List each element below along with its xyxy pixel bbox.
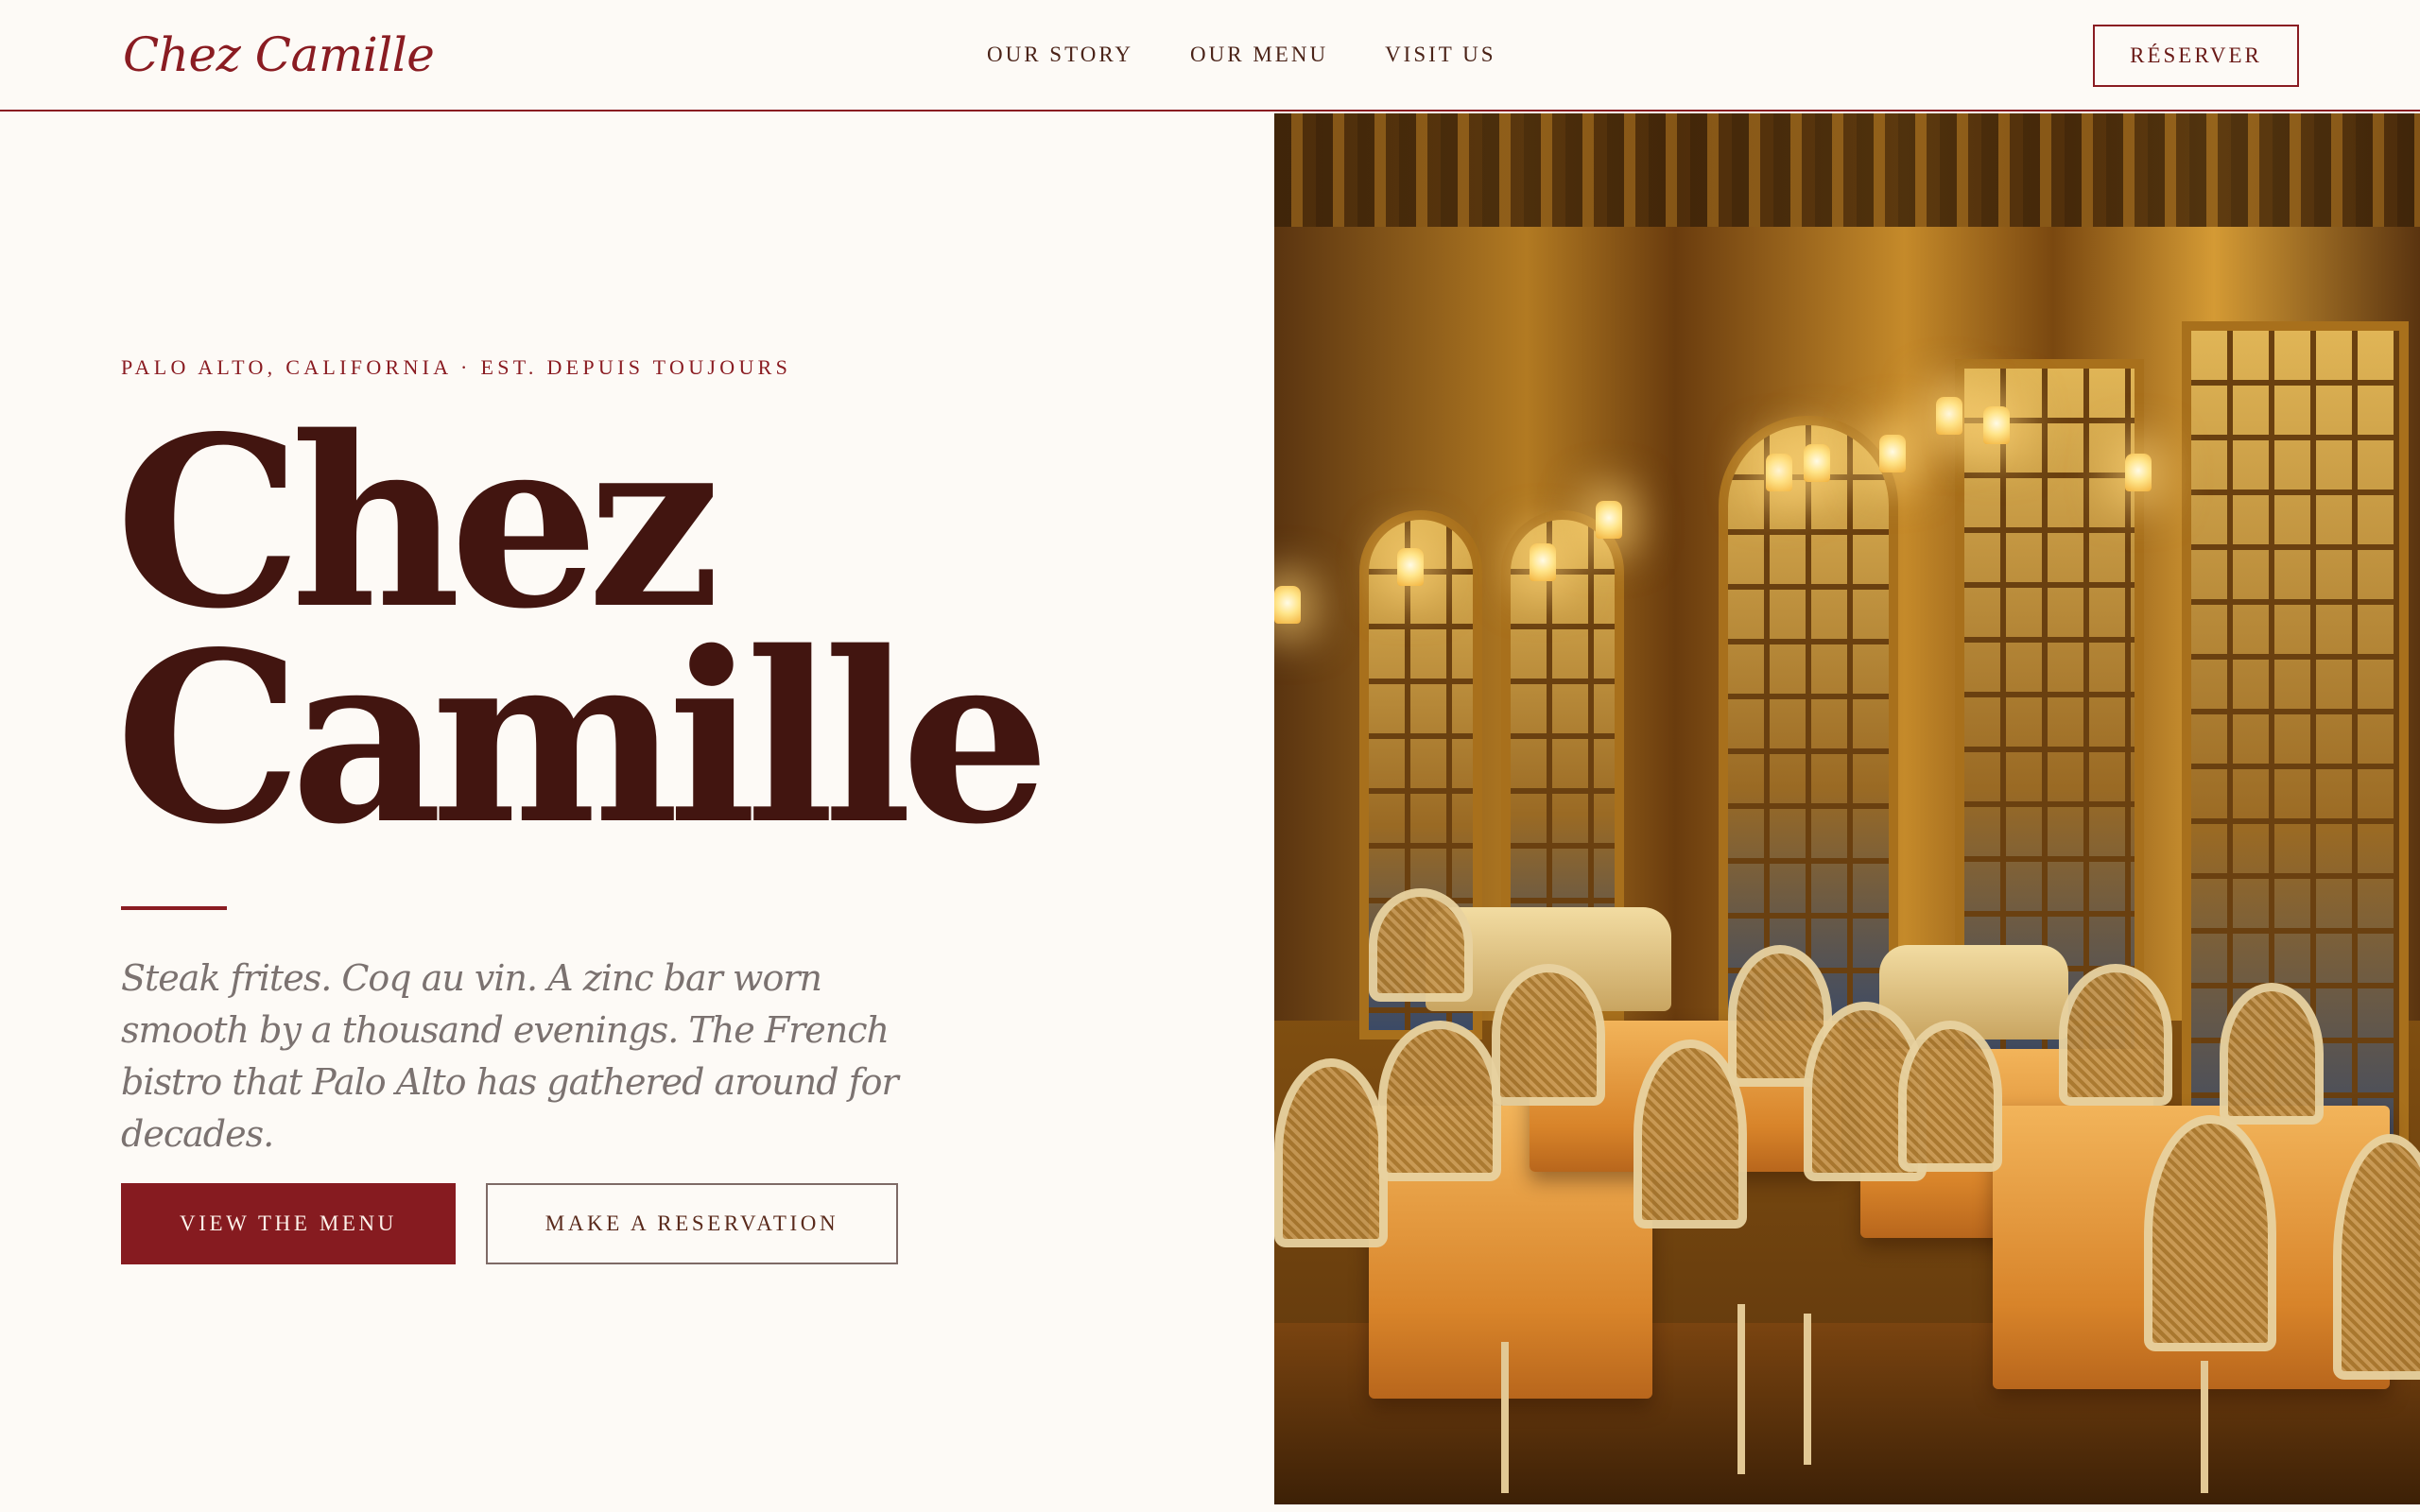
site-logo[interactable]: Chez Camille: [123, 23, 435, 87]
photo-banquette: [1879, 945, 2068, 1040]
photo-lamp: [1879, 435, 1906, 472]
nav-link-our-story[interactable]: OUR STORY: [987, 38, 1133, 72]
hero-eyebrow: PALO ALTO, CALIFORNIA · EST. DEPUIS TOUJ…: [121, 355, 792, 379]
hero-photo: [1274, 113, 2420, 1504]
site-header: Chez Camille OUR STORY OUR MENU VISIT US…: [0, 0, 2420, 112]
photo-chair: [2220, 983, 2324, 1125]
photo-chair-leg: [1501, 1342, 1509, 1493]
photo-lamp: [1274, 586, 1301, 624]
nav-link-our-menu[interactable]: OUR MENU: [1190, 38, 1328, 72]
photo-lamp: [1804, 444, 1830, 482]
photo-lamp: [1397, 548, 1424, 586]
photo-chair-leg: [1737, 1304, 1745, 1474]
photo-chair: [1492, 964, 1605, 1106]
photo-lamp: [1983, 406, 2010, 444]
photo-chair-leg: [2201, 1361, 2208, 1493]
hero-tagline: Steak frites. Coq au vin. A zinc bar wor…: [121, 957, 899, 1155]
photo-lamp: [2125, 454, 2152, 491]
hero-title-line-1: Chez: [115, 386, 720, 661]
photo-chair-leg: [1804, 1314, 1811, 1465]
nav-link-visit-us[interactable]: VISIT US: [1385, 38, 1496, 72]
view-menu-button[interactable]: VIEW THE MENU: [121, 1183, 456, 1264]
photo-chair: [1274, 1058, 1388, 1247]
main-nav: OUR STORY OUR MENU VISIT US: [987, 38, 1553, 72]
hero-title: Chez Camille: [115, 386, 1050, 876]
photo-chair: [2144, 1115, 2276, 1351]
photo-lamp: [1936, 397, 1962, 435]
photo-cornice: [1274, 113, 2420, 227]
photo-chair: [1898, 1021, 2002, 1172]
photo-chair: [1369, 888, 1473, 1002]
hero-divider: [121, 906, 227, 910]
photo-chair: [1378, 1021, 1501, 1181]
reserve-button[interactable]: RÉSERVER: [2093, 25, 2299, 87]
photo-lamp: [1766, 454, 1792, 491]
make-reservation-button[interactable]: MAKE A RESERVATION: [486, 1183, 898, 1264]
photo-lamp: [1596, 501, 1622, 539]
photo-lamp: [1530, 543, 1556, 581]
hero-title-line-2: Camille: [115, 601, 1050, 876]
photo-window: [1719, 416, 1898, 1040]
photo-chair: [2059, 964, 2172, 1106]
